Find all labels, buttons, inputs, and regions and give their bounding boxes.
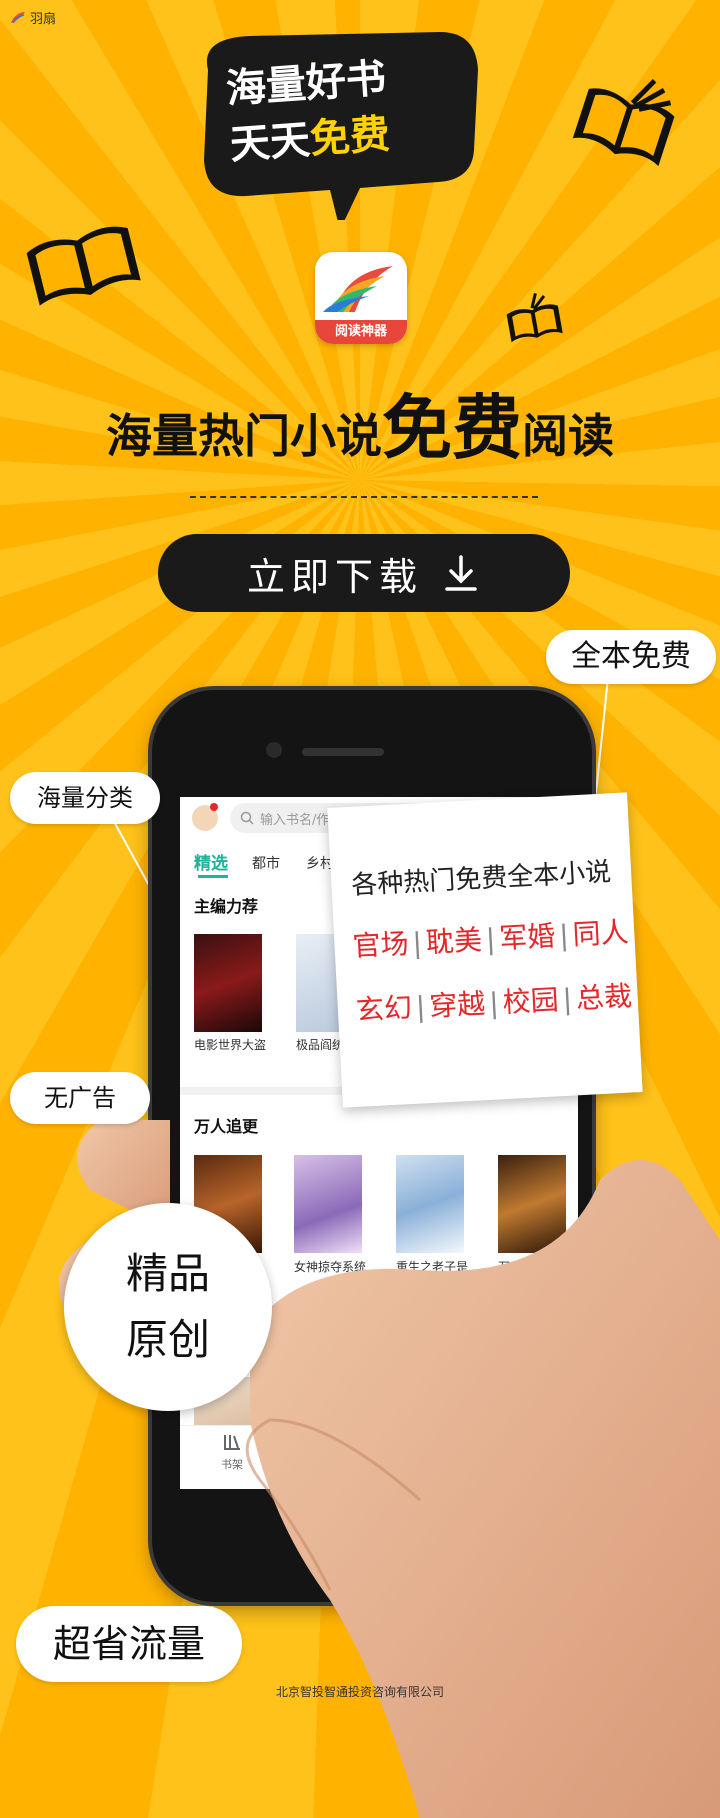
label-full-free: 全本免费 (546, 630, 716, 684)
label-original: 精品 原创 (64, 1203, 272, 1411)
category-tag: 同人 (571, 915, 630, 952)
card-categories-row2: 玄幻|穿越|校园|总裁 (355, 979, 633, 1027)
label-categories: 海量分类 (10, 772, 160, 824)
category-tag: 总裁 (575, 979, 633, 1016)
category-tag: 耽美 (425, 923, 483, 960)
phone-speaker (302, 748, 384, 756)
card-line1: 各种热门免费全本小说 (350, 857, 612, 901)
tab-city[interactable]: 都市 (252, 853, 280, 873)
category-tag: 玄幻 (355, 990, 413, 1027)
category-tag: 穿越 (428, 987, 487, 1023)
book-title[interactable]: 电影世界大盗 (194, 1037, 272, 1053)
notification-dot (210, 803, 218, 811)
label-save-data: 超省流量 (16, 1606, 242, 1682)
label-no-ads: 无广告 (10, 1072, 150, 1124)
book-cover[interactable] (194, 934, 262, 1032)
card-categories-row1: 官场|耽美|军婚|同人 (351, 915, 630, 963)
label-original-line1: 精品 (125, 1249, 210, 1298)
section-editor-picks: 主编力荐 (194, 897, 259, 916)
category-card: 各种热门免费全本小说 官场|耽美|军婚|同人 玄幻|穿越|校园|总裁 (327, 792, 643, 1108)
category-tag: 校园 (501, 983, 560, 1020)
footer-company: 北京智投智通投资咨询有限公司 (275, 1685, 444, 1699)
category-tag: 军婚 (498, 919, 557, 956)
phone-camera (266, 742, 282, 758)
search-icon (240, 811, 254, 825)
tab-indicator (198, 875, 228, 878)
tab-featured[interactable]: 精选 (194, 849, 228, 874)
label-original-line2: 原创 (125, 1315, 210, 1364)
category-tag: 官场 (351, 927, 410, 963)
